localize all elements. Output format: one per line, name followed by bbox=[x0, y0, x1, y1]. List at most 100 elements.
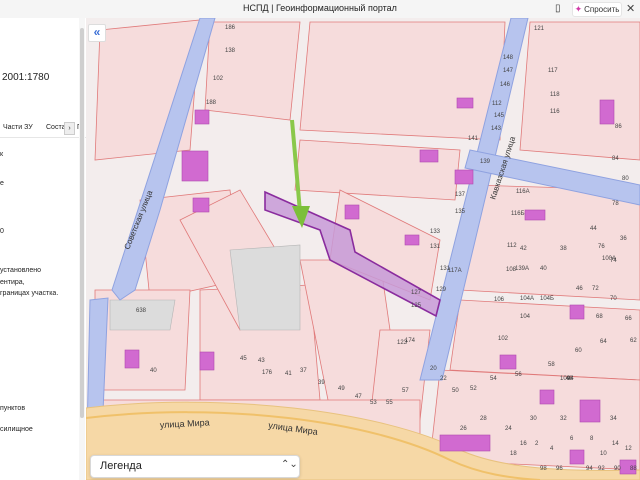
panel-text-1: к bbox=[0, 151, 4, 158]
house-number-label: 62 bbox=[630, 338, 637, 344]
house-number-label: 72 bbox=[592, 286, 599, 292]
legend-label: Легенда bbox=[100, 460, 142, 472]
chevron-updown-icon: ⌃⌄ bbox=[281, 459, 298, 470]
house-number-label: 638 bbox=[136, 308, 147, 314]
house-number-label: 146 bbox=[500, 82, 511, 88]
house-number-label: 139А bbox=[515, 266, 529, 272]
house-number-label: 139 bbox=[480, 159, 491, 165]
house-number-label: 28 bbox=[480, 416, 487, 422]
house-number-label: 147 bbox=[503, 68, 514, 74]
window-title: НСПД | Геоинформационный портал bbox=[243, 3, 397, 13]
house-number-label: 32 bbox=[560, 416, 567, 422]
panel-text-6: границах участка. bbox=[0, 290, 59, 297]
house-number-label: 50 bbox=[452, 388, 459, 394]
house-number-label: 46 bbox=[576, 286, 583, 292]
house-number-label: 92 bbox=[598, 466, 605, 472]
house-number-label: 49 bbox=[338, 386, 345, 392]
house-number-label: 117А bbox=[448, 268, 462, 274]
house-number-label: 112 bbox=[507, 243, 517, 249]
house-number-label: 121 bbox=[534, 26, 545, 32]
house-number-label: 138 bbox=[225, 48, 236, 54]
house-number-label: 104 bbox=[520, 314, 531, 320]
tabs-scroll-right-icon[interactable]: › bbox=[64, 122, 75, 135]
ask-button-label: Спросить bbox=[584, 5, 620, 14]
house-number-label: 78 bbox=[612, 201, 619, 207]
house-number-label: 58 bbox=[548, 362, 555, 368]
house-number-label: 53 bbox=[370, 400, 377, 406]
house-number-label: 36 bbox=[620, 236, 627, 242]
house-number-label: 104Б bbox=[540, 296, 554, 302]
legend-dropdown[interactable]: Легенда ⌃⌄ bbox=[90, 455, 300, 478]
house-number-label: 52 bbox=[470, 386, 477, 392]
panel-text-7: пунктов bbox=[0, 405, 26, 412]
house-number-label: 55 bbox=[386, 400, 393, 406]
house-number-label: 68 bbox=[596, 314, 603, 320]
house-number-label: 54 bbox=[490, 376, 497, 382]
house-number-label: 135 bbox=[455, 209, 466, 215]
house-number-label: 14 bbox=[612, 441, 619, 447]
house-number-label: 37 bbox=[300, 368, 307, 374]
house-number-label: 127 bbox=[411, 290, 422, 296]
close-icon[interactable]: ✕ bbox=[626, 2, 635, 15]
house-number-label: 84 bbox=[612, 156, 619, 162]
house-number-label: 116Б bbox=[511, 211, 525, 217]
house-number-label: 40 bbox=[540, 266, 547, 272]
panel-text-3: 0 bbox=[0, 228, 4, 235]
house-number-label: 42 bbox=[520, 246, 527, 252]
house-number-label: 38 bbox=[560, 246, 567, 252]
house-number-label: 116А bbox=[516, 189, 530, 195]
house-number-label: 20 bbox=[430, 366, 437, 372]
map-canvas[interactable]: Советская улица Кавказская улица улица М… bbox=[86, 18, 640, 480]
cadastral-number: 2001:1780 bbox=[2, 72, 50, 83]
house-number-label: 86 bbox=[615, 124, 622, 130]
house-number-label: 12 bbox=[625, 446, 632, 452]
map-view[interactable]: Советская улица Кавказская улица улица М… bbox=[86, 18, 640, 480]
house-number-label: 131 bbox=[430, 244, 441, 250]
house-number-label: 102 bbox=[213, 76, 224, 82]
house-number-label: 24 bbox=[505, 426, 512, 432]
house-number-label: 26 bbox=[460, 426, 467, 432]
house-number-label: 117 bbox=[548, 68, 558, 74]
house-number-label: 30 bbox=[530, 416, 537, 422]
house-number-label: 16 bbox=[520, 441, 527, 447]
house-number-label: 141 bbox=[468, 136, 479, 142]
tab-parts[interactable]: Части ЗУ bbox=[3, 124, 33, 131]
house-number-label: 104А bbox=[520, 296, 534, 302]
ask-button[interactable]: ✦ Спросить bbox=[572, 2, 622, 17]
house-number-label: 18 bbox=[510, 451, 517, 457]
house-number-label: 80 bbox=[622, 176, 629, 182]
house-number-label: 44 bbox=[590, 226, 597, 232]
house-number-label: 143 bbox=[491, 126, 502, 132]
panel-scrollbar-thumb[interactable] bbox=[80, 28, 84, 418]
house-number-label: 40 bbox=[150, 368, 157, 374]
house-number-label: 76 bbox=[598, 244, 605, 250]
panel-text-2: е bbox=[0, 180, 4, 187]
house-number-label: 56 bbox=[515, 372, 522, 378]
panel-text-5: ентира, bbox=[0, 279, 25, 286]
house-number-label: 106 bbox=[494, 297, 505, 303]
house-number-label: 57 bbox=[402, 388, 409, 394]
collapse-panel-button[interactable]: « bbox=[88, 24, 106, 42]
panel-tabs: Части ЗУ Состав › Г bbox=[0, 119, 86, 138]
house-number-label: 145 bbox=[494, 113, 505, 119]
house-number-label: 96 bbox=[556, 466, 563, 472]
house-number-label: 90 bbox=[614, 466, 621, 472]
house-number-label: 64 bbox=[600, 339, 607, 345]
house-number-label: 176 bbox=[262, 370, 273, 376]
house-number-label: 34 bbox=[610, 416, 617, 422]
panel-scrollbar[interactable] bbox=[79, 18, 85, 480]
browser-topbar: НСПД | Геоинформационный портал ▯ ✦ Спрос… bbox=[0, 0, 640, 19]
house-number-label: 88 bbox=[630, 466, 637, 472]
house-number-label: 133 bbox=[430, 229, 441, 235]
house-number-label: 45 bbox=[240, 356, 247, 362]
house-number-label: 186 bbox=[225, 25, 236, 31]
house-number-label: 118 bbox=[550, 92, 560, 98]
bookmark-icon[interactable]: ▯ bbox=[555, 3, 561, 14]
house-number-label: 148 bbox=[503, 55, 514, 61]
house-number-label: 43 bbox=[258, 358, 265, 364]
house-number-label: 112 bbox=[492, 101, 502, 107]
house-number-label: 137 bbox=[455, 192, 466, 198]
panel-text-4: установлено bbox=[0, 267, 41, 274]
house-number-label: 98 bbox=[540, 466, 547, 472]
house-number-label: 47 bbox=[355, 394, 362, 400]
